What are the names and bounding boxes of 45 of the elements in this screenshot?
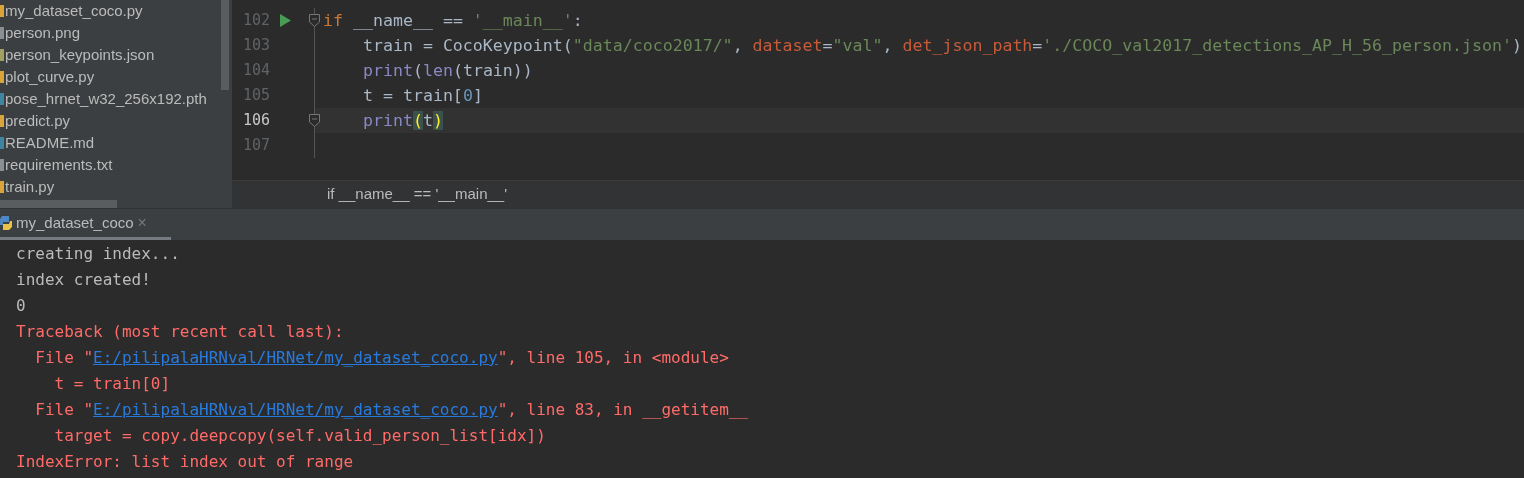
file-name[interactable]: predict.py	[5, 109, 71, 133]
console-line: index created!	[16, 269, 152, 291]
code-line: train = CocoKeypoint("data/coco2017/", dataset="val", det_json_path='./COCO_val2017_detections_AP_H_56_person.json')	[361, 35, 1522, 57]
file-icon	[0, 71, 4, 83]
tab-label: my_dataset_coco	[16, 212, 134, 233]
line-number: 103	[241, 35, 270, 56]
console-line: 0	[16, 295, 27, 317]
file-name[interactable]: person.png	[5, 21, 81, 45]
line-number: 102	[241, 10, 270, 31]
file-name[interactable]: README.md	[5, 131, 95, 155]
console-line: IndexError: list index out of range	[16, 451, 355, 473]
code-line: t = train[0]	[361, 85, 483, 107]
console-line: File "E:/pilipalaHRNval/HRNet/my_dataset_coco.py", line 105, in <module>	[34, 347, 730, 369]
console-line: creating index...	[16, 243, 181, 265]
file-name[interactable]: person_keypoints.json	[5, 43, 155, 67]
fold-icon[interactable]	[309, 14, 320, 27]
file-icon	[0, 137, 4, 149]
line-number: 107	[241, 135, 270, 156]
file-icon	[0, 159, 4, 171]
file-icon	[0, 115, 4, 127]
code-line: print(len(train))	[361, 60, 533, 82]
file-name[interactable]: plot_curve.py	[5, 65, 95, 89]
console-line: Traceback (most recent call last):	[16, 321, 345, 343]
file-icon	[0, 27, 4, 39]
line-number: 105	[241, 85, 270, 106]
scrollbar[interactable]	[221, 0, 229, 90]
console-line: t = train[0]	[53, 373, 172, 395]
breadcrumb[interactable]: if __name__ == '__main__'	[327, 183, 508, 206]
file-icon	[0, 181, 4, 193]
line-number: 104	[241, 60, 270, 81]
fold-icon[interactable]	[309, 114, 320, 127]
file-name[interactable]: pose_hrnet_w32_256x192.pth	[5, 87, 207, 111]
file-icon	[0, 5, 4, 17]
console-line: target = copy.deepcopy(self.valid_person_list[idx])	[53, 425, 547, 447]
file-name[interactable]: my_dataset_coco.py	[5, 0, 143, 23]
code-line: if __name__ == '__main__':	[322, 10, 583, 32]
file-name[interactable]: train.py	[5, 175, 55, 199]
run-icon[interactable]	[280, 14, 291, 27]
scrollbar[interactable]	[0, 200, 117, 208]
python-icon	[0, 216, 12, 230]
line-number: 106	[241, 110, 270, 131]
file-icon	[0, 93, 4, 105]
file-name[interactable]: requirements.txt	[5, 153, 113, 177]
console-line: File "E:/pilipalaHRNval/HRNet/my_dataset_coco.py", line 83, in __getitem__	[34, 399, 750, 421]
file-icon	[0, 49, 4, 61]
